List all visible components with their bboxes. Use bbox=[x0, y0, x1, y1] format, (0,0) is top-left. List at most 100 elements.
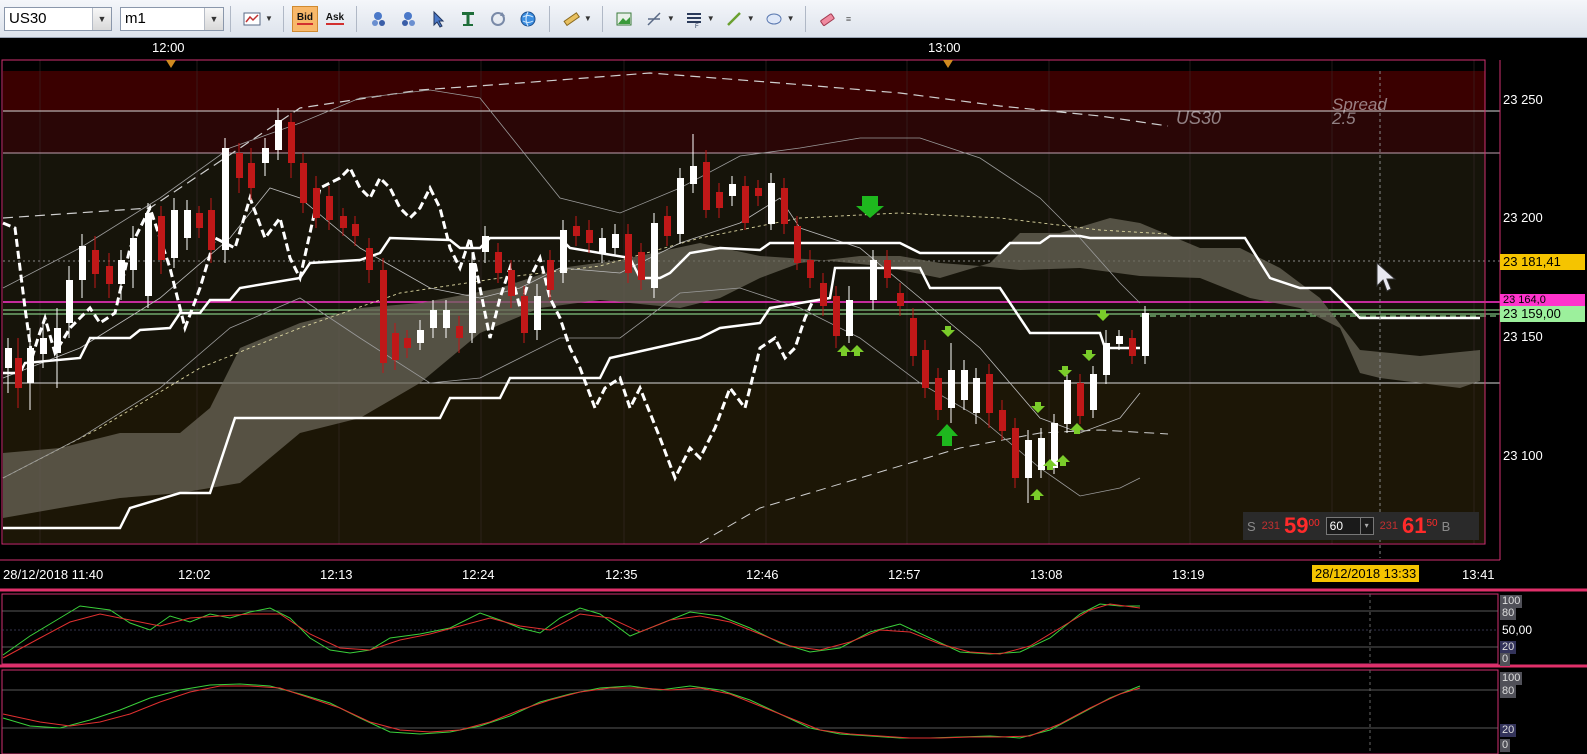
chevron-down-icon[interactable]: ▼ bbox=[707, 14, 715, 23]
more-button[interactable]: ≡ bbox=[844, 6, 854, 32]
screenshot-icon bbox=[616, 12, 632, 25]
candle bbox=[1064, 372, 1071, 433]
symbol-select[interactable]: US30 ▼ bbox=[4, 6, 112, 31]
candle bbox=[1142, 306, 1149, 364]
oscillator-pane-1[interactable] bbox=[0, 588, 1587, 665]
timeframe-value: m1 bbox=[125, 9, 146, 27]
chart-type-icon bbox=[243, 12, 261, 25]
current-price-tag: 23 181,41 bbox=[1500, 254, 1585, 270]
osc2-level-100: 100 bbox=[1500, 672, 1523, 685]
oscillator-pane-2[interactable] bbox=[0, 664, 1587, 754]
toolbar-divider bbox=[548, 5, 550, 32]
main-pane bbox=[0, 38, 1501, 561]
chevron-down-icon[interactable]: ▼ bbox=[787, 14, 795, 23]
globe-icon bbox=[520, 11, 536, 26]
toolbar: US30 ▼ m1 ▼ ▼ Bid Ask ▼ ▼ F ▼ ▼ ▼ ≡ bbox=[0, 0, 1587, 38]
osc1-level-50: 50,00 bbox=[1502, 623, 1533, 637]
sell-price-sup[interactable]: 00 bbox=[1309, 518, 1320, 529]
osc1-level-0: 0 bbox=[1500, 653, 1511, 666]
timeframe-select[interactable]: m1 ▼ bbox=[120, 6, 224, 31]
chevron-down-icon[interactable]: ▾ bbox=[1359, 518, 1373, 534]
toolbar-divider bbox=[804, 5, 806, 32]
chevron-down-icon[interactable]: ▼ bbox=[747, 14, 755, 23]
resistance-zone-top bbox=[3, 71, 1485, 111]
candle bbox=[677, 168, 684, 244]
line-tool-icon bbox=[726, 11, 741, 26]
candle bbox=[1012, 418, 1019, 488]
toolbar-divider bbox=[355, 5, 357, 32]
candle bbox=[145, 203, 152, 308]
ruler-icon bbox=[563, 11, 580, 26]
crosshair-button[interactable] bbox=[641, 6, 667, 32]
buy-orders-button[interactable] bbox=[365, 6, 391, 32]
line-tool-button[interactable] bbox=[721, 6, 747, 32]
crosshair-time-label: 28/12/2018 13:33 bbox=[1312, 565, 1420, 582]
toolbar-divider bbox=[601, 5, 603, 32]
chevron-down-icon[interactable]: ▼ bbox=[204, 7, 223, 30]
ask-label: Ask bbox=[325, 11, 345, 25]
chevron-down-icon[interactable]: ▼ bbox=[667, 14, 675, 23]
sell-orders-button[interactable] bbox=[395, 6, 421, 32]
top-time-label: 13:00 bbox=[928, 40, 961, 55]
time-label: 12:46 bbox=[746, 567, 779, 582]
buy-price-sup[interactable]: 50 bbox=[1426, 518, 1437, 529]
globe-button[interactable] bbox=[515, 6, 541, 32]
chevron-down-icon[interactable]: ▼ bbox=[584, 14, 592, 23]
symbol-value: US30 bbox=[9, 9, 47, 27]
sell-price-big[interactable]: 59 bbox=[1284, 513, 1308, 539]
price-axis: 23 250 23 200 23 150 23 100 bbox=[1503, 92, 1543, 463]
text-tool-button[interactable] bbox=[455, 6, 481, 32]
lot-size-input[interactable]: 60 ▾ bbox=[1325, 517, 1374, 535]
sell-orders-icon bbox=[401, 11, 415, 26]
bottom-time-axis: 28/12/2018 11:40 12:02 12:13 12:24 12:35 12:4… bbox=[3, 567, 1495, 582]
pointer-button[interactable] bbox=[425, 6, 451, 32]
bid-label: Bid bbox=[296, 11, 313, 25]
chevron-down-icon[interactable]: ▼ bbox=[92, 7, 111, 30]
bid-price-tag: 23 159,00 bbox=[1500, 306, 1585, 322]
time-label: 12:24 bbox=[462, 567, 495, 582]
screenshot-button[interactable] bbox=[611, 6, 637, 32]
buy-price-prefix[interactable]: 231 bbox=[1380, 520, 1398, 532]
time-label: 12:13 bbox=[320, 567, 353, 582]
shape-tool-button[interactable] bbox=[761, 6, 787, 32]
sell-label[interactable]: S bbox=[1247, 519, 1256, 534]
time-label: 12:02 bbox=[178, 567, 211, 582]
ask-button[interactable]: Ask bbox=[322, 6, 348, 32]
chevron-down-icon[interactable]: ▼ bbox=[265, 14, 273, 23]
osc1-level-80: 80 bbox=[1500, 607, 1517, 620]
sell-price-prefix[interactable]: 231 bbox=[1262, 520, 1280, 532]
time-label: 13:08 bbox=[1030, 567, 1063, 582]
buy-price-big[interactable]: 61 bbox=[1402, 513, 1426, 539]
osc2-level-80: 80 bbox=[1500, 685, 1517, 698]
candle bbox=[222, 138, 229, 263]
svg-text:F: F bbox=[695, 24, 699, 28]
indicators-icon: F bbox=[686, 12, 701, 28]
text-tool-icon bbox=[461, 11, 474, 26]
osc2-level-0: 0 bbox=[1500, 739, 1511, 752]
time-label: 13:19 bbox=[1172, 567, 1205, 582]
candle bbox=[380, 258, 387, 373]
buy-label[interactable]: B bbox=[1442, 519, 1451, 534]
instrument-watermark: US30 bbox=[1176, 108, 1222, 128]
lot-size-value: 60 bbox=[1329, 519, 1343, 533]
price-label: 23 100 bbox=[1503, 448, 1543, 463]
time-label: 13:41 bbox=[1462, 567, 1495, 582]
chart-area[interactable]: 12:00 13:00 23 250 23 200 23 150 23 100 … bbox=[0, 38, 1587, 754]
oscillator-2-frame bbox=[1, 669, 1499, 754]
time-label: 12:57 bbox=[888, 567, 921, 582]
bid-button[interactable]: Bid bbox=[291, 5, 318, 32]
magenta-price-tag: 23 164,0 bbox=[1500, 294, 1585, 306]
candle bbox=[651, 213, 658, 298]
oscillator-1-frame bbox=[1, 593, 1499, 665]
price-label: 23 150 bbox=[1503, 329, 1543, 344]
buy-orders-icon bbox=[371, 11, 385, 26]
indicators-button[interactable]: F bbox=[681, 6, 707, 32]
eraser-button[interactable] bbox=[814, 6, 840, 32]
chart-type-button[interactable] bbox=[239, 6, 265, 32]
osc2-level-20: 20 bbox=[1500, 724, 1517, 737]
ruler-button[interactable] bbox=[558, 6, 584, 32]
time-label: 28/12/2018 11:40 bbox=[3, 567, 103, 582]
more-icon: ≡ bbox=[845, 13, 852, 24]
toolbar-divider bbox=[282, 5, 284, 32]
refresh-button[interactable] bbox=[485, 6, 511, 32]
